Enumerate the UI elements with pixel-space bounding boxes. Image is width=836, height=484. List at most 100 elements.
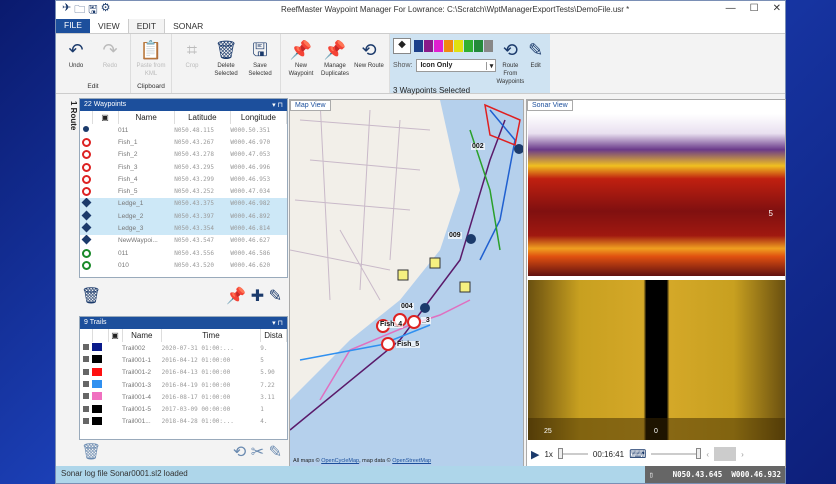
open-folder-icon[interactable]: 🗀: [74, 1, 85, 20]
route-icon[interactable]: ⟲: [233, 444, 246, 461]
title-bar: ✈ 🗀 🖫 ⚙ ReefMaster Waypoint Manager For Low…: [56, 1, 785, 19]
trail-row[interactable]: Trail001... 2018-04-28 01:00:... 4.: [80, 416, 287, 428]
tab-view[interactable]: VIEW: [90, 19, 128, 33]
col-name[interactable]: Name: [122, 329, 163, 342]
visibility-checkbox[interactable]: [83, 356, 89, 363]
map-view[interactable]: Map View 002 009 004 Fish_4 Fish_5 _3 Al…: [289, 99, 524, 468]
route-icon: ⟲: [502, 40, 518, 60]
delete-selected-button[interactable]: 🗑 Delete Selected: [209, 34, 243, 83]
pencil-icon[interactable]: ✎: [269, 288, 282, 305]
edit-button[interactable]: ✎ Edit: [524, 34, 547, 86]
new-waypoint-button[interactable]: 📌 New Waypoint: [284, 34, 318, 83]
pushpin-icon[interactable]: 📌: [226, 288, 246, 305]
crop-button[interactable]: ⌗ Crop: [175, 34, 209, 83]
trail-row[interactable]: Trail001-4 2016-08-17 01:00:00 3.11: [80, 391, 287, 403]
minimize-button[interactable]: —: [726, 3, 736, 14]
scroll-thumb[interactable]: [714, 447, 737, 461]
visibility-checkbox[interactable]: [83, 381, 89, 388]
trail-row[interactable]: Trail001-3 2016-04-19 01:00:00 7.22: [80, 379, 287, 391]
maximize-button[interactable]: ☐: [750, 3, 759, 14]
visibility-checkbox[interactable]: [83, 417, 89, 424]
color-swatch[interactable]: [454, 40, 463, 52]
save-selected-button[interactable]: 🖫 Save Selected: [243, 34, 277, 83]
route-side-tab[interactable]: 1 Route: [56, 96, 78, 468]
sonar-settings-icon[interactable]: ⌨: [629, 447, 646, 461]
trail-row[interactable]: Trail002 2020-07-31 01:00:... 9.: [80, 342, 287, 354]
manage-duplicates-button[interactable]: 📌 Manage Duplicates: [318, 34, 352, 83]
color-swatch[interactable]: [424, 40, 433, 52]
color-swatch[interactable]: [484, 40, 493, 52]
color-swatch[interactable]: [414, 40, 423, 52]
trail-color-swatch[interactable]: [92, 380, 102, 389]
waypoint-row[interactable]: Fish_3 N050.43.295 W000.46.996: [80, 161, 287, 173]
play-icon[interactable]: ▶: [531, 448, 539, 461]
delete-waypoint-icon[interactable]: 🗑: [81, 286, 101, 306]
trail-color-swatch[interactable]: [92, 367, 102, 376]
opencyclemap-link[interactable]: OpenCycleMap: [321, 458, 359, 464]
visibility-checkbox[interactable]: [83, 393, 89, 400]
save-icon[interactable]: 🖫: [88, 1, 97, 20]
waypoint-row[interactable]: Fish_4 N050.43.299 W000.46.953: [80, 173, 287, 185]
openstreetmap-link[interactable]: OpenStreetMap: [392, 458, 431, 464]
col-distance[interactable]: Dista: [260, 329, 288, 342]
trail-row[interactable]: Trail001-5 2017-03-09 00:00:00 1: [80, 403, 287, 415]
pin-icon[interactable]: ▾ ⊓: [272, 319, 283, 327]
col-longitude[interactable]: Longitude: [230, 111, 288, 124]
map-canvas[interactable]: [290, 100, 524, 468]
waypoint-row[interactable]: Fish_1 N050.43.267 W000.46.970: [80, 136, 287, 148]
col-latitude[interactable]: Latitude: [174, 111, 231, 124]
position-slider[interactable]: [651, 448, 702, 459]
color-swatch[interactable]: [474, 40, 483, 52]
waypoint-row[interactable]: Ledge_1 N050.43.375 W000.46.982: [80, 197, 287, 211]
tab-sonar-view[interactable]: Sonar View: [527, 100, 573, 111]
downscan-sonar-image[interactable]: 5: [528, 114, 785, 276]
waypoint-row[interactable]: Ledge_2 N050.43.397 W000.46.892: [80, 210, 287, 223]
trail-color-swatch[interactable]: [92, 355, 102, 364]
color-swatch[interactable]: [434, 40, 443, 52]
visibility-checkbox[interactable]: [83, 405, 89, 412]
trail-color-swatch[interactable]: [92, 404, 102, 413]
color-swatch[interactable]: [464, 40, 473, 52]
undo-button[interactable]: ↶ Undo: [59, 34, 93, 83]
trail-row[interactable]: Trail001-2 2016-04-13 01:00:00 5.90: [80, 367, 287, 379]
scissors-icon[interactable]: ✂: [251, 444, 264, 461]
pencil-icon[interactable]: ✎: [269, 444, 282, 461]
trail-color-swatch[interactable]: [92, 416, 102, 425]
close-button[interactable]: ✕: [773, 3, 781, 14]
visibility-checkbox[interactable]: [83, 344, 89, 351]
col-time[interactable]: Time: [161, 329, 261, 342]
delete-trail-icon[interactable]: 🗑: [81, 442, 101, 462]
waypoint-row[interactable]: Fish_2 N050.43.278 W000.47.053: [80, 149, 287, 161]
gear-icon[interactable]: ⚙: [101, 1, 111, 20]
tab-file[interactable]: FILE: [56, 18, 90, 33]
waypoint-row[interactable]: 010 N050.43.520 W000.46.620: [80, 259, 287, 271]
show-dropdown[interactable]: Icon Only ▾: [416, 59, 497, 72]
col-name[interactable]: Name: [118, 111, 175, 124]
tab-sonar[interactable]: SONAR: [165, 19, 211, 33]
trail-color-swatch[interactable]: [92, 343, 102, 352]
waypoint-row[interactable]: Fish_5 N050.43.252 W000.47.034: [80, 185, 287, 197]
waypoint-row[interactable]: 011 N050.48.115 W000.50.351: [80, 124, 287, 136]
ledge-icon-button[interactable]: ◆: [393, 38, 411, 54]
tab-map-view[interactable]: Map View: [290, 100, 331, 111]
trail-color-swatch[interactable]: [92, 392, 102, 401]
new-route-button[interactable]: ⟲ New Route: [352, 34, 386, 83]
column-chooser-icon[interactable]: ▣: [108, 329, 123, 342]
scroll-left-icon[interactable]: ‹: [706, 450, 709, 459]
waypoint-row[interactable]: 011 N050.43.556 W000.46.586: [80, 247, 287, 259]
tab-edit[interactable]: EDIT: [127, 18, 166, 33]
waypoint-row[interactable]: Ledge_3 N050.43.354 W000.46.814: [80, 222, 287, 235]
color-swatch[interactable]: [444, 40, 453, 52]
sidescan-sonar-image[interactable]: 25 0: [528, 280, 785, 440]
route-from-waypoints-button[interactable]: ⟲ Route From Waypoints: [496, 34, 524, 86]
column-chooser-icon[interactable]: ▣: [92, 111, 119, 124]
trail-row[interactable]: Trail001-1 2016-04-12 01:00:00 5: [80, 354, 287, 366]
visibility-checkbox[interactable]: [83, 368, 89, 375]
scroll-right-icon[interactable]: ›: [741, 450, 744, 459]
add-icon[interactable]: ✚: [251, 288, 264, 305]
paste-kml-button[interactable]: 📋 Paste from KML: [134, 34, 168, 83]
pin-icon[interactable]: ▾ ⊓: [272, 101, 283, 109]
speed-slider[interactable]: [557, 448, 588, 459]
redo-button[interactable]: ↷ Redo: [93, 34, 127, 83]
waypoint-row[interactable]: NewWaypoi... N050.43.547 W000.46.627: [80, 234, 287, 247]
